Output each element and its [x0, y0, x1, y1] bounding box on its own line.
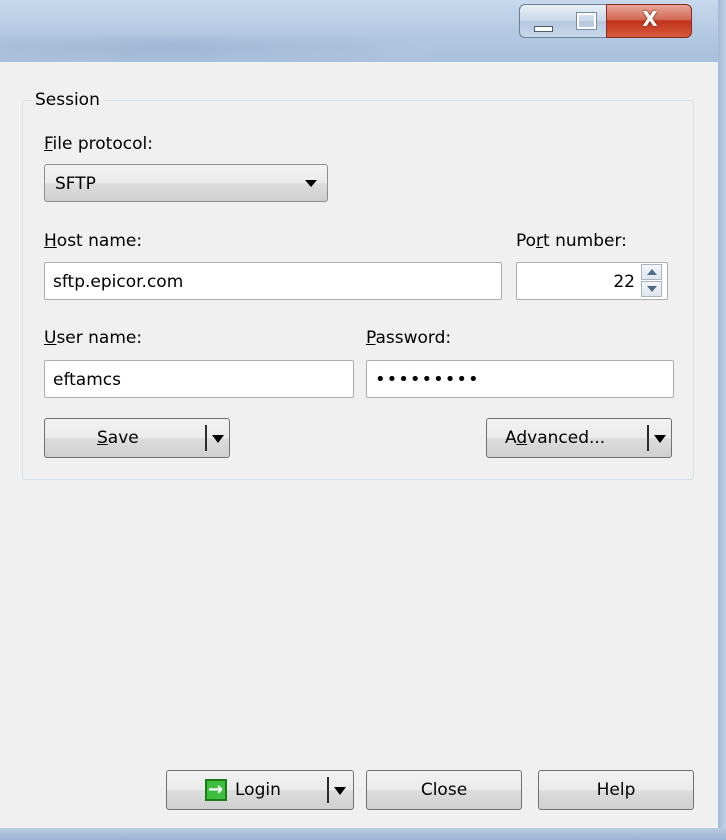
- advanced-split-separator: [647, 425, 649, 451]
- file-protocol-label: File protocol:: [44, 134, 153, 154]
- session-group-label: Session: [32, 90, 103, 110]
- chevron-down-icon[interactable]: [212, 435, 224, 443]
- save-button-label: Save: [97, 428, 139, 448]
- login-button-label: Login: [235, 780, 281, 800]
- port-spinner[interactable]: [641, 264, 664, 298]
- window-title-blurred: [0, 38, 430, 58]
- help-button-label: Help: [596, 780, 636, 800]
- chevron-down-icon[interactable]: [334, 787, 346, 795]
- close-window-button[interactable]: X: [606, 4, 692, 38]
- arrow-up-icon: [647, 269, 657, 275]
- minimize-button[interactable]: [519, 4, 565, 38]
- chevron-down-icon: [305, 180, 317, 187]
- arrow-down-icon: [647, 286, 657, 292]
- save-split-separator: [205, 425, 207, 451]
- host-name-label: Host name:: [44, 231, 143, 251]
- file-protocol-select[interactable]: SFTP: [44, 164, 328, 202]
- save-button[interactable]: Save: [44, 418, 230, 458]
- password-label: Password:: [366, 328, 452, 348]
- close-button[interactable]: Close: [366, 770, 522, 810]
- close-icon: X: [642, 7, 658, 31]
- maximize-button[interactable]: [564, 4, 607, 38]
- advanced-button[interactable]: Advanced...: [486, 418, 672, 458]
- advanced-button-label: Advanced...: [505, 428, 606, 448]
- spin-up-button[interactable]: [641, 264, 662, 280]
- user-name-label: User name:: [44, 328, 143, 348]
- user-name-input[interactable]: eftamcs: [44, 360, 354, 398]
- minimize-icon: [534, 26, 553, 32]
- spin-down-button[interactable]: [641, 281, 662, 297]
- close-button-label: Close: [420, 780, 468, 800]
- window-frame-bottom: [0, 828, 726, 840]
- login-button[interactable]: Login: [166, 770, 354, 810]
- chevron-down-icon[interactable]: [654, 435, 666, 443]
- help-button[interactable]: Help: [538, 770, 694, 810]
- host-name-input[interactable]: sftp.epicor.com: [44, 262, 502, 300]
- login-split-separator: [327, 777, 329, 803]
- window-frame-right: [718, 0, 726, 840]
- file-protocol-value: SFTP: [55, 174, 96, 194]
- login-icon: [205, 771, 227, 809]
- maximize-icon: [576, 12, 597, 30]
- title-bar: X: [0, 0, 726, 62]
- password-input[interactable]: •••••••••: [366, 360, 674, 398]
- port-number-label: Port number:: [516, 231, 627, 251]
